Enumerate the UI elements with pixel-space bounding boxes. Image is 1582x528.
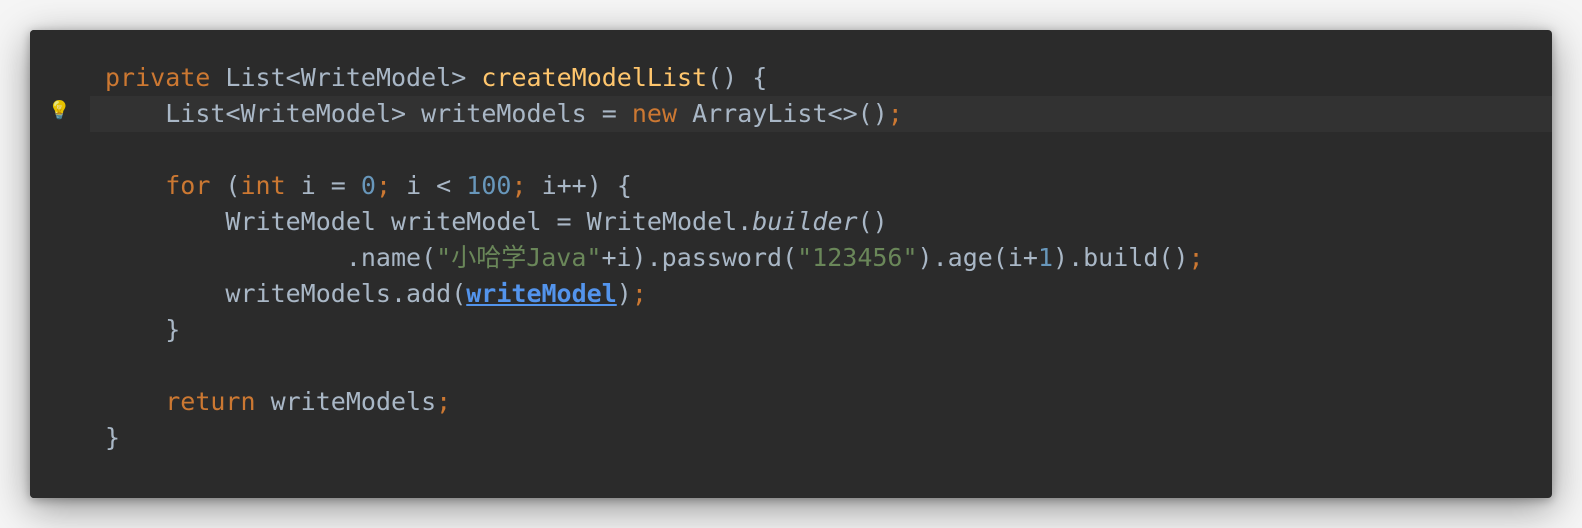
method-name: createModelList (481, 63, 707, 92)
type-list: List (225, 63, 285, 92)
code-editor-window: 💡 private List<WriteModel> createModelLi… (30, 30, 1552, 498)
code-line: for (int i = 0; i < 100; i++) { (105, 168, 1552, 204)
code-line-highlighted: List<WriteModel> writeModels = new Array… (30, 96, 1552, 132)
code-line: writeModels.add(writeModel); (105, 276, 1552, 312)
number-literal: 0 (361, 171, 376, 200)
code-line (105, 348, 1552, 384)
number-literal: 1 (1038, 243, 1053, 272)
keyword-new: new (632, 99, 677, 128)
code-line: WriteModel writeModel = WriteModel.build… (105, 204, 1552, 240)
code-line (105, 132, 1552, 168)
code-line: return writeModels; (105, 384, 1552, 420)
builder-method: builder (752, 207, 857, 236)
code-line: } (105, 312, 1552, 348)
lightbulb-icon[interactable]: 💡 (48, 100, 70, 121)
keyword-int: int (240, 171, 285, 200)
keyword-private: private (105, 63, 210, 92)
keyword-for: for (165, 171, 210, 200)
string-literal: "小哈学Java" (436, 243, 601, 272)
code-line: } (105, 420, 1552, 456)
editor-gutter: 💡 (30, 30, 90, 498)
code-content[interactable]: private List<WriteModel> createModelList… (30, 30, 1552, 486)
code-line: .name("小哈学Java"+i).password("123456").ag… (105, 240, 1552, 276)
string-literal: "123456" (797, 243, 917, 272)
variable-reference-link[interactable]: writeModel (466, 279, 617, 308)
number-literal: 100 (466, 171, 511, 200)
type-writemodel: WriteModel (301, 63, 452, 92)
keyword-return: return (165, 387, 255, 416)
code-line: private List<WriteModel> createModelList… (105, 60, 1552, 96)
